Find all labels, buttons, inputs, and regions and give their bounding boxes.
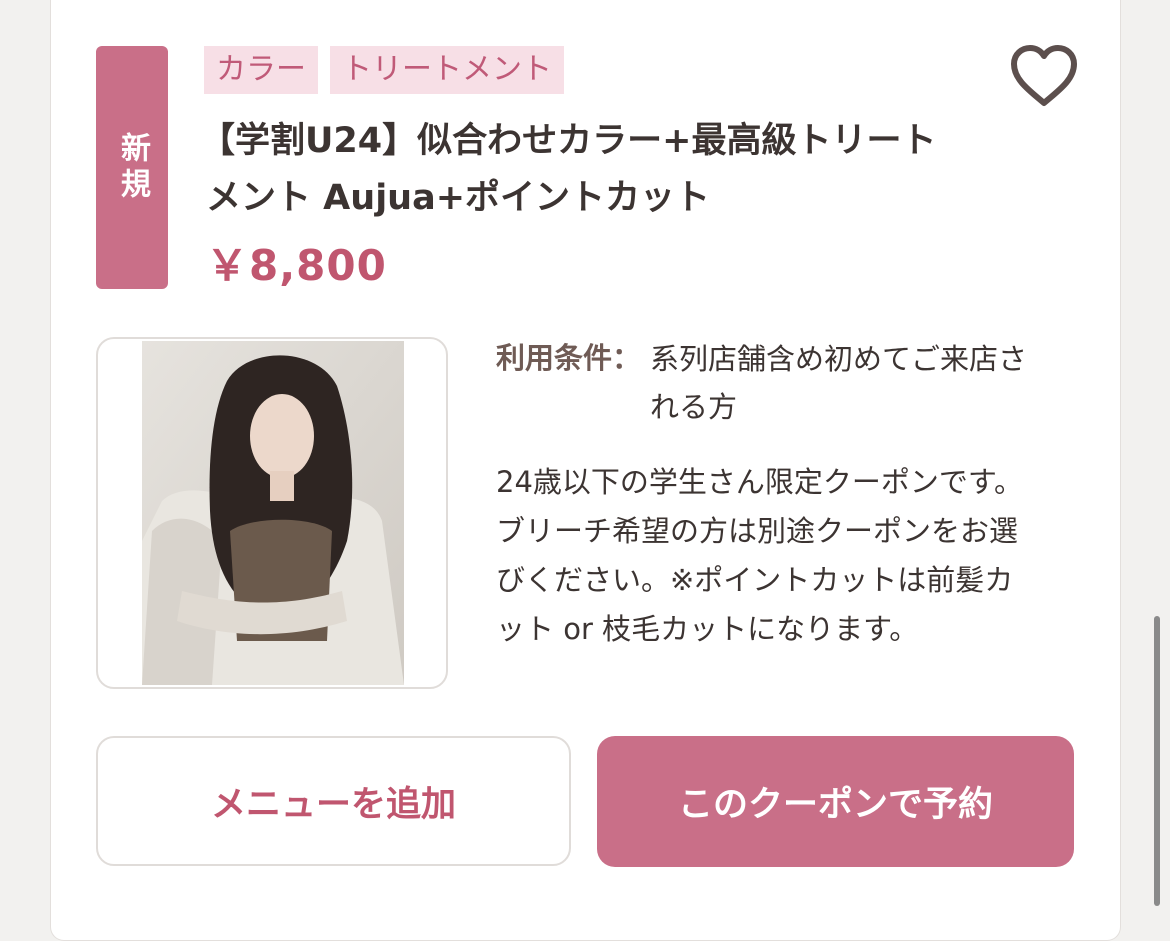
coupon-price: ￥8,800	[206, 241, 387, 290]
scrollbar[interactable]	[1154, 616, 1160, 906]
new-customer-badge: 新規	[96, 46, 168, 289]
reserve-with-coupon-button[interactable]: このクーポンで予約	[597, 736, 1074, 867]
coupon-title-line-2: メント Aujua+ポイントカット	[206, 178, 711, 218]
style-photo	[142, 341, 404, 685]
tag-color: カラー	[204, 46, 318, 94]
description-line: ット or 枝毛カットになります。	[496, 612, 919, 646]
add-menu-button[interactable]: メニューを追加	[96, 736, 571, 866]
condition-text: 系列店舗含め初めてご来店さ れる方	[650, 335, 1070, 431]
category-tags: カラー トリートメント	[204, 46, 564, 94]
coupon-title-line-1: 【学割U24】似合わせカラー+最高級トリート	[200, 121, 937, 161]
style-photo-frame[interactable]	[96, 337, 448, 689]
condition-text-line-2: れる方	[650, 390, 738, 424]
description-line: ブリーチ希望の方は別途クーポンをお選	[496, 514, 1019, 548]
condition-label: 利用条件：	[496, 341, 642, 375]
tag-treatment: トリートメント	[330, 46, 564, 94]
coupon-description: 24歳以下の学生さん限定クーポンです。 ブリーチ希望の方は別途クーポンをお選 び…	[496, 458, 1066, 654]
coupon-title: 【学割U24】似合わせカラー+最高級トリート メント Aujua+ポイントカット	[200, 113, 980, 227]
favorite-heart-icon[interactable]	[1010, 45, 1078, 107]
condition-text-line-1: 系列店舗含め初めてご来店さ	[650, 342, 1028, 376]
description-line: 24歳以下の学生さん限定クーポンです。	[496, 465, 1024, 499]
description-line: びください。※ポイントカットは前髪カ	[496, 563, 1014, 597]
